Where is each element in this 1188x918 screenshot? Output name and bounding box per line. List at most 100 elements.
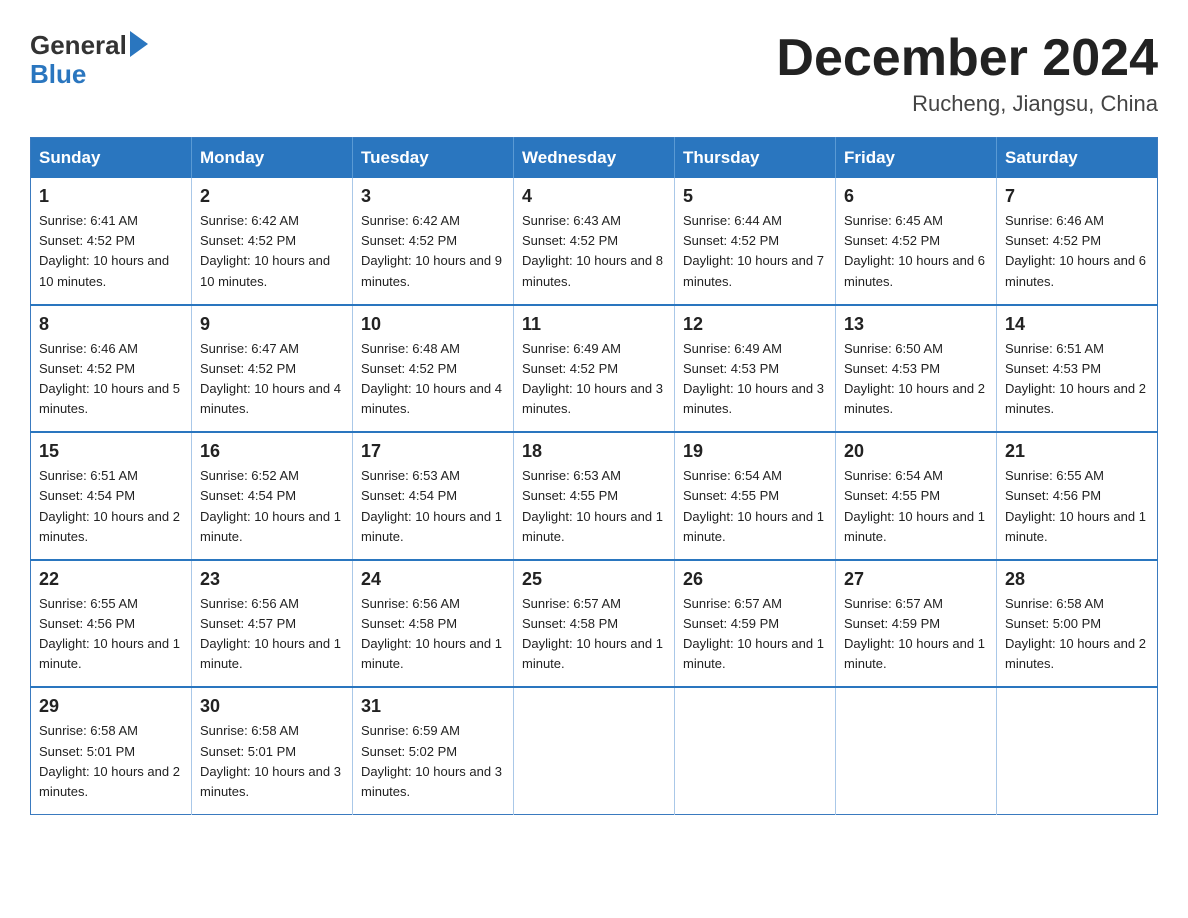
day-of-week-sunday: Sunday bbox=[31, 138, 192, 179]
day-number: 18 bbox=[522, 441, 666, 462]
day-number: 3 bbox=[361, 186, 505, 207]
day-number: 23 bbox=[200, 569, 344, 590]
calendar-cell: 25 Sunrise: 6:57 AMSunset: 4:58 PMDayligh… bbox=[514, 560, 675, 688]
day-info: Sunrise: 6:43 AMSunset: 4:52 PMDaylight:… bbox=[522, 211, 666, 292]
day-info: Sunrise: 6:57 AMSunset: 4:58 PMDaylight:… bbox=[522, 594, 666, 675]
calendar-cell: 22 Sunrise: 6:55 AMSunset: 4:56 PMDayligh… bbox=[31, 560, 192, 688]
location-subtitle: Rucheng, Jiangsu, China bbox=[776, 91, 1158, 117]
day-of-week-saturday: Saturday bbox=[997, 138, 1158, 179]
day-number: 27 bbox=[844, 569, 988, 590]
day-number: 22 bbox=[39, 569, 183, 590]
calendar-cell: 23Sunrise: 6:56 AMSunset: 4:57 PMDayligh… bbox=[192, 560, 353, 688]
calendar-cell: 16Sunrise: 6:52 AMSunset: 4:54 PMDayligh… bbox=[192, 432, 353, 560]
day-info: Sunrise: 6:41 AMSunset: 4:52 PMDaylight:… bbox=[39, 211, 183, 292]
calendar-cell: 12 Sunrise: 6:49 AMSunset: 4:53 PMDayligh… bbox=[675, 305, 836, 433]
day-info: Sunrise: 6:42 AMSunset: 4:52 PMDaylight:… bbox=[361, 211, 505, 292]
day-info: Sunrise: 6:53 AMSunset: 4:55 PMDaylight:… bbox=[522, 466, 666, 547]
calendar-cell: 6Sunrise: 6:45 AMSunset: 4:52 PMDaylight… bbox=[836, 178, 997, 305]
calendar-cell: 11 Sunrise: 6:49 AMSunset: 4:52 PMDayligh… bbox=[514, 305, 675, 433]
calendar-cell: 20 Sunrise: 6:54 AMSunset: 4:55 PMDayligh… bbox=[836, 432, 997, 560]
calendar-cell: 9 Sunrise: 6:47 AMSunset: 4:52 PMDaylight… bbox=[192, 305, 353, 433]
calendar-cell: 18 Sunrise: 6:53 AMSunset: 4:55 PMDayligh… bbox=[514, 432, 675, 560]
day-info: Sunrise: 6:46 AMSunset: 4:52 PMDaylight:… bbox=[39, 339, 183, 420]
logo: General Blue bbox=[30, 30, 148, 90]
day-info: Sunrise: 6:57 AMSunset: 4:59 PMDaylight:… bbox=[683, 594, 827, 675]
day-number: 5 bbox=[683, 186, 827, 207]
day-info: Sunrise: 6:50 AMSunset: 4:53 PMDaylight:… bbox=[844, 339, 988, 420]
day-number: 12 bbox=[683, 314, 827, 335]
calendar-table: SundayMondayTuesdayWednesdayThursdayFrid… bbox=[30, 137, 1158, 815]
day-info: Sunrise: 6:57 AMSunset: 4:59 PMDaylight:… bbox=[844, 594, 988, 675]
calendar-cell: 15 Sunrise: 6:51 AMSunset: 4:54 PMDayligh… bbox=[31, 432, 192, 560]
day-info: Sunrise: 6:49 AMSunset: 4:53 PMDaylight:… bbox=[683, 339, 827, 420]
calendar-cell: 1 Sunrise: 6:41 AMSunset: 4:52 PMDaylight… bbox=[31, 178, 192, 305]
calendar-cell: 4 Sunrise: 6:43 AMSunset: 4:52 PMDaylight… bbox=[514, 178, 675, 305]
day-info: Sunrise: 6:58 AMSunset: 5:01 PMDaylight:… bbox=[39, 721, 183, 802]
day-info: Sunrise: 6:54 AMSunset: 4:55 PMDaylight:… bbox=[683, 466, 827, 547]
day-number: 10 bbox=[361, 314, 505, 335]
day-of-week-tuesday: Tuesday bbox=[353, 138, 514, 179]
week-row-1: 1 Sunrise: 6:41 AMSunset: 4:52 PMDaylight… bbox=[31, 178, 1158, 305]
day-number: 26 bbox=[683, 569, 827, 590]
day-info: Sunrise: 6:48 AMSunset: 4:52 PMDaylight:… bbox=[361, 339, 505, 420]
day-number: 9 bbox=[200, 314, 344, 335]
logo-general-text: General bbox=[30, 30, 127, 61]
calendar-cell: 3 Sunrise: 6:42 AMSunset: 4:52 PMDaylight… bbox=[353, 178, 514, 305]
calendar-cell: 19Sunrise: 6:54 AMSunset: 4:55 PMDayligh… bbox=[675, 432, 836, 560]
page-header: General Blue December 2024 Rucheng, Jian… bbox=[30, 30, 1158, 117]
day-info: Sunrise: 6:53 AMSunset: 4:54 PMDaylight:… bbox=[361, 466, 505, 547]
day-number: 29 bbox=[39, 696, 183, 717]
day-number: 17 bbox=[361, 441, 505, 462]
day-number: 20 bbox=[844, 441, 988, 462]
day-number: 21 bbox=[1005, 441, 1149, 462]
day-info: Sunrise: 6:51 AMSunset: 4:53 PMDaylight:… bbox=[1005, 339, 1149, 420]
calendar-cell: 30Sunrise: 6:58 AMSunset: 5:01 PMDayligh… bbox=[192, 687, 353, 814]
day-number: 25 bbox=[522, 569, 666, 590]
calendar-cell: 10 Sunrise: 6:48 AMSunset: 4:52 PMDayligh… bbox=[353, 305, 514, 433]
month-title: December 2024 bbox=[776, 30, 1158, 87]
calendar-cell bbox=[997, 687, 1158, 814]
day-info: Sunrise: 6:49 AMSunset: 4:52 PMDaylight:… bbox=[522, 339, 666, 420]
day-of-week-wednesday: Wednesday bbox=[514, 138, 675, 179]
calendar-cell: 29 Sunrise: 6:58 AMSunset: 5:01 PMDayligh… bbox=[31, 687, 192, 814]
day-info: Sunrise: 6:58 AMSunset: 5:01 PMDaylight:… bbox=[200, 721, 344, 802]
day-info: Sunrise: 6:51 AMSunset: 4:54 PMDaylight:… bbox=[39, 466, 183, 547]
day-info: Sunrise: 6:47 AMSunset: 4:52 PMDaylight:… bbox=[200, 339, 344, 420]
calendar-cell bbox=[675, 687, 836, 814]
day-number: 31 bbox=[361, 696, 505, 717]
day-number: 11 bbox=[522, 314, 666, 335]
calendar-cell: 8Sunrise: 6:46 AMSunset: 4:52 PMDaylight… bbox=[31, 305, 192, 433]
day-number: 13 bbox=[844, 314, 988, 335]
day-info: Sunrise: 6:55 AMSunset: 4:56 PMDaylight:… bbox=[39, 594, 183, 675]
week-row-4: 22 Sunrise: 6:55 AMSunset: 4:56 PMDayligh… bbox=[31, 560, 1158, 688]
calendar-cell: 5 Sunrise: 6:44 AMSunset: 4:52 PMDaylight… bbox=[675, 178, 836, 305]
calendar-cell: 24 Sunrise: 6:56 AMSunset: 4:58 PMDayligh… bbox=[353, 560, 514, 688]
calendar-cell: 2Sunrise: 6:42 AMSunset: 4:52 PMDaylight… bbox=[192, 178, 353, 305]
day-number: 1 bbox=[39, 186, 183, 207]
calendar-cell: 31Sunrise: 6:59 AMSunset: 5:02 PMDayligh… bbox=[353, 687, 514, 814]
day-info: Sunrise: 6:52 AMSunset: 4:54 PMDaylight:… bbox=[200, 466, 344, 547]
day-number: 4 bbox=[522, 186, 666, 207]
calendar-cell: 27 Sunrise: 6:57 AMSunset: 4:59 PMDayligh… bbox=[836, 560, 997, 688]
day-of-week-thursday: Thursday bbox=[675, 138, 836, 179]
day-info: Sunrise: 6:56 AMSunset: 4:58 PMDaylight:… bbox=[361, 594, 505, 675]
day-info: Sunrise: 6:55 AMSunset: 4:56 PMDaylight:… bbox=[1005, 466, 1149, 547]
day-info: Sunrise: 6:54 AMSunset: 4:55 PMDaylight:… bbox=[844, 466, 988, 547]
day-info: Sunrise: 6:45 AMSunset: 4:52 PMDaylight:… bbox=[844, 211, 988, 292]
day-number: 28 bbox=[1005, 569, 1149, 590]
day-number: 15 bbox=[39, 441, 183, 462]
day-number: 14 bbox=[1005, 314, 1149, 335]
day-number: 24 bbox=[361, 569, 505, 590]
title-area: December 2024 Rucheng, Jiangsu, China bbox=[776, 30, 1158, 117]
calendar-cell: 17 Sunrise: 6:53 AMSunset: 4:54 PMDayligh… bbox=[353, 432, 514, 560]
day-info: Sunrise: 6:44 AMSunset: 4:52 PMDaylight:… bbox=[683, 211, 827, 292]
calendar-cell: 28Sunrise: 6:58 AMSunset: 5:00 PMDayligh… bbox=[997, 560, 1158, 688]
calendar-cell: 13 Sunrise: 6:50 AMSunset: 4:53 PMDayligh… bbox=[836, 305, 997, 433]
day-number: 2 bbox=[200, 186, 344, 207]
logo-arrow-icon bbox=[130, 31, 148, 57]
logo-blue-text: Blue bbox=[30, 59, 86, 90]
calendar-cell: 7Sunrise: 6:46 AMSunset: 4:52 PMDaylight… bbox=[997, 178, 1158, 305]
calendar-header: SundayMondayTuesdayWednesdayThursdayFrid… bbox=[31, 138, 1158, 179]
day-of-week-friday: Friday bbox=[836, 138, 997, 179]
week-row-5: 29 Sunrise: 6:58 AMSunset: 5:01 PMDayligh… bbox=[31, 687, 1158, 814]
